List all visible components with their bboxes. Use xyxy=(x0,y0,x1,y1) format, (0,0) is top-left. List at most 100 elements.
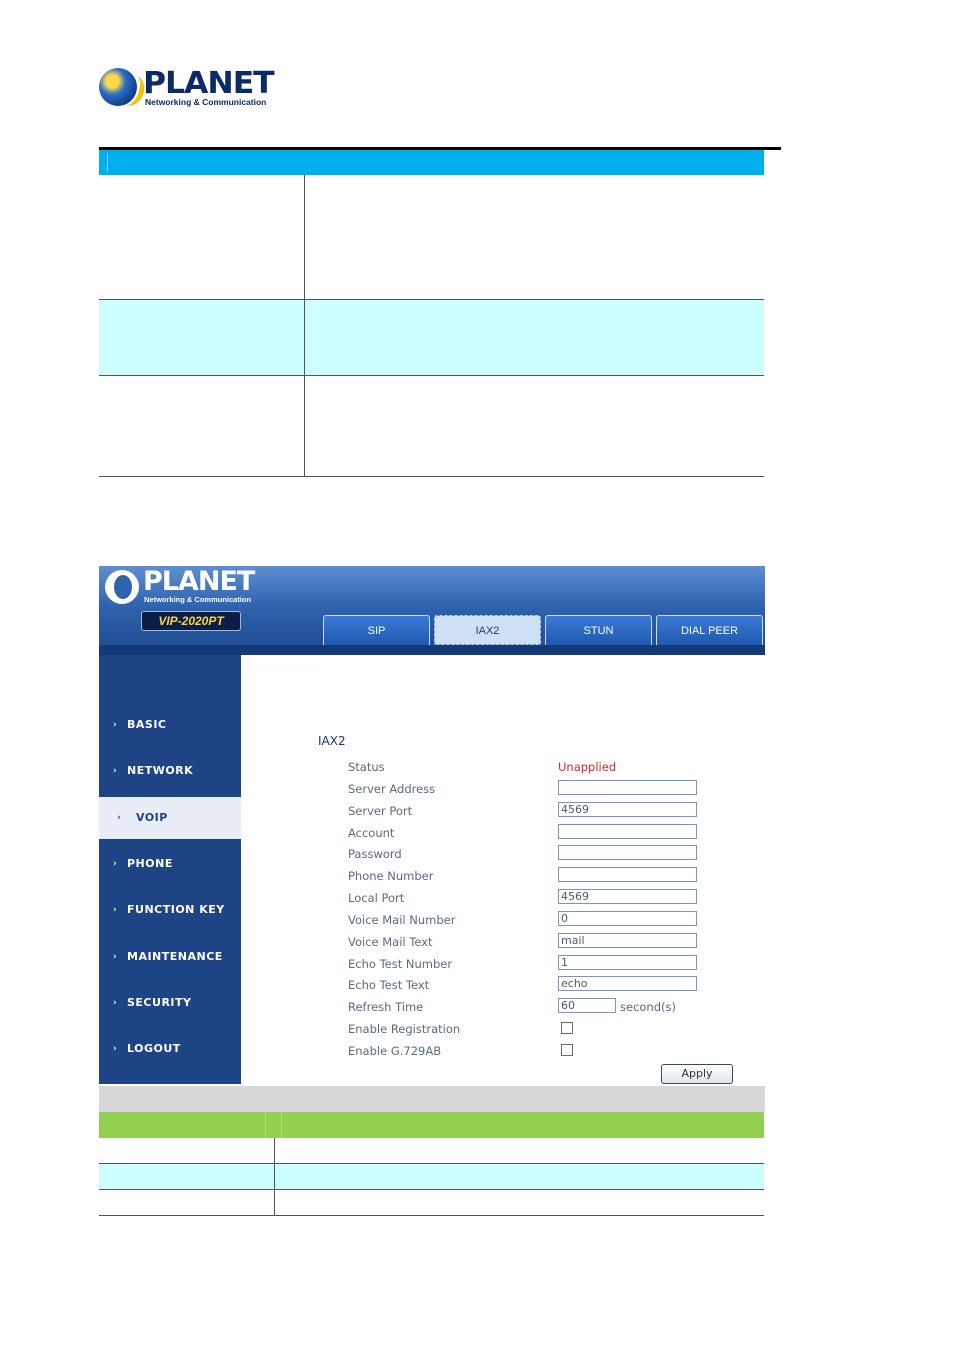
local-port-label: Local Port xyxy=(348,891,405,905)
sidebar-item-basic[interactable]: › BASIC xyxy=(99,704,241,746)
web-ui-screenshot: PLANET Networking & Communication VIP-20… xyxy=(99,566,765,1084)
column-divider xyxy=(304,300,305,375)
table-header xyxy=(99,150,764,175)
planet-logo: PLANET Networking & Communication xyxy=(99,66,275,110)
logo-brand: PLANET xyxy=(143,66,275,101)
sidebar-item-label: PHONE xyxy=(127,857,173,870)
apply-button[interactable]: Apply xyxy=(661,1064,733,1084)
voice-mail-text-input[interactable]: mail xyxy=(558,933,697,948)
status-value: Unapplied xyxy=(558,760,617,774)
table-row xyxy=(99,1190,764,1216)
column-divider xyxy=(304,175,305,299)
status-label: Status xyxy=(348,760,385,774)
enable-registration-label: Enable Registration xyxy=(348,1022,461,1036)
sidebar-item-network[interactable]: › NETWORK xyxy=(99,750,241,792)
enable-registration-row: Enable Registration xyxy=(348,1020,758,1040)
echo-test-text-input[interactable]: echo xyxy=(558,976,697,991)
echo-test-text-row: Echo Test Text echo xyxy=(348,976,758,996)
server-port-row: Server Port 4569 xyxy=(348,802,758,822)
password-label: Password xyxy=(348,847,402,861)
sidebar-item-label: BASIC xyxy=(127,718,167,731)
chevron-right-icon: › xyxy=(117,813,122,823)
sidebar-item-logout[interactable]: › LOGOUT xyxy=(99,1028,241,1070)
tab-sip[interactable]: SIP xyxy=(323,615,430,645)
server-port-label: Server Port xyxy=(348,804,413,818)
table-row xyxy=(99,1138,764,1164)
account-row: Account xyxy=(348,824,758,844)
voice-mail-number-input[interactable]: 0 xyxy=(558,911,697,926)
chevron-right-icon: › xyxy=(113,1044,118,1054)
header-cell-divider xyxy=(107,153,108,172)
sidebar-item-label: NETWORK xyxy=(127,764,194,777)
column-divider xyxy=(274,1164,275,1189)
chevron-right-icon: › xyxy=(113,905,118,915)
server-address-input[interactable] xyxy=(558,780,697,795)
echo-test-number-input[interactable]: 1 xyxy=(558,955,697,970)
sidebar-item-label: SECURITY xyxy=(127,996,192,1009)
sidebar-item-label: MAINTENANCE xyxy=(127,950,223,963)
globe-icon xyxy=(99,68,137,106)
header-cell-divider xyxy=(281,1112,282,1138)
tab-stun[interactable]: STUN xyxy=(545,615,652,645)
sidebar-item-security[interactable]: › SECURITY xyxy=(99,982,241,1024)
phone-number-input[interactable] xyxy=(558,867,697,882)
server-port-input[interactable]: 4569 xyxy=(558,802,697,817)
voice-mail-number-label: Voice Mail Number xyxy=(348,913,456,927)
echo-test-text-label: Echo Test Text xyxy=(348,978,430,992)
table-row xyxy=(99,175,764,300)
status-row: Status Unapplied xyxy=(348,758,758,778)
echo-test-number-label: Echo Test Number xyxy=(348,957,453,971)
phone-number-label: Phone Number xyxy=(348,869,434,883)
refresh-time-input[interactable]: 60 xyxy=(558,998,616,1013)
enable-g729ab-checkbox[interactable] xyxy=(561,1044,573,1056)
header-rule xyxy=(99,645,765,655)
tab-iax2[interactable]: IAX2 xyxy=(434,615,541,645)
content-top-gap xyxy=(241,655,765,665)
app-brand: PLANET xyxy=(143,566,255,597)
logo-tagline: Networking & Communication xyxy=(145,97,267,107)
sidebar-item-voip[interactable]: › VOIP xyxy=(99,797,241,839)
enable-g729ab-label: Enable G.729AB xyxy=(348,1044,442,1058)
refresh-time-unit: second(s) xyxy=(620,1000,676,1014)
chevron-right-icon: › xyxy=(113,766,118,776)
phone-number-row: Phone Number xyxy=(348,867,758,887)
section-title: IAX2 xyxy=(318,734,346,748)
app-tagline: Networking & Communication xyxy=(144,595,252,604)
enable-registration-checkbox[interactable] xyxy=(561,1022,573,1034)
account-label: Account xyxy=(348,826,395,840)
refresh-time-label: Refresh Time xyxy=(348,1000,424,1014)
refresh-time-row: Refresh Time 60 second(s) xyxy=(348,998,758,1018)
password-input[interactable] xyxy=(558,845,697,860)
sidebar-item-label: FUNCTION KEY xyxy=(127,903,225,916)
local-port-row: Local Port 4569 xyxy=(348,889,758,909)
sidebar-item-label: VOIP xyxy=(136,811,168,824)
sidebar-item-label: LOGOUT xyxy=(127,1042,181,1055)
sidebar: › BASIC › NETWORK › VOIP › PHONE › FUNCTION K… xyxy=(99,655,241,1084)
password-row: Password xyxy=(348,845,758,865)
local-port-input[interactable]: 4569 xyxy=(558,889,697,904)
chevron-right-icon: › xyxy=(113,998,118,1008)
table-row xyxy=(99,1164,764,1190)
column-divider xyxy=(274,1138,275,1163)
table-header xyxy=(99,1112,764,1138)
header-cell-divider xyxy=(265,1112,266,1138)
tab-dial-peer[interactable]: DIAL PEER xyxy=(656,615,763,645)
planet-globe-icon xyxy=(105,570,139,604)
model-badge: VIP-2020PT xyxy=(141,611,241,631)
voice-mail-text-label: Voice Mail Text xyxy=(348,935,433,949)
iax2-settings-panel: IAX2 Status Unapplied Server Address Ser… xyxy=(241,665,765,1084)
chevron-right-icon: › xyxy=(113,720,118,730)
app-header: PLANET Networking & Communication VIP-20… xyxy=(99,566,765,655)
sidebar-item-phone[interactable]: › PHONE xyxy=(99,843,241,885)
sidebar-item-function-key[interactable]: › FUNCTION KEY xyxy=(99,889,241,931)
account-input[interactable] xyxy=(558,824,697,839)
server-address-row: Server Address xyxy=(348,780,758,800)
chevron-right-icon: › xyxy=(113,859,118,869)
column-divider xyxy=(274,1190,275,1215)
chevron-right-icon: › xyxy=(113,952,118,962)
column-divider xyxy=(304,376,305,476)
table-row xyxy=(99,300,764,376)
app-footer-bar xyxy=(99,1086,765,1112)
server-address-label: Server Address xyxy=(348,782,436,796)
sidebar-item-maintenance[interactable]: › MAINTENANCE xyxy=(99,936,241,978)
